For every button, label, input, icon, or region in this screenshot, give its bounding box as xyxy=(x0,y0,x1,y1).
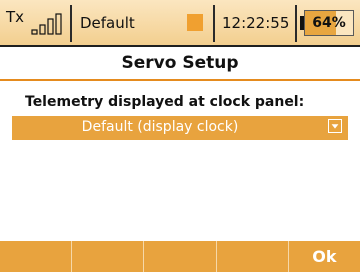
dropdown-selected-value: Default (display clock) xyxy=(81,119,239,135)
model-profile-panel: Default xyxy=(70,5,213,42)
tx-label: Tx xyxy=(6,8,25,26)
page-title: Servo Setup xyxy=(121,53,239,73)
telemetry-field-label: Telemetry displayed at clock panel: xyxy=(25,94,305,110)
chevron-down-icon xyxy=(328,119,342,133)
softkey-1[interactable] xyxy=(0,241,73,272)
signal-strength-icon xyxy=(31,13,62,35)
softkey-2[interactable] xyxy=(72,241,145,272)
softkey-3[interactable] xyxy=(144,241,217,272)
softkey-bar: Ok xyxy=(0,241,360,272)
battery-icon: 64% xyxy=(304,10,354,36)
ok-button[interactable]: Ok xyxy=(289,241,360,272)
profile-name: Default xyxy=(80,14,135,32)
tx-signal-panel: Tx xyxy=(0,5,70,42)
clock-time: 12:22:55 xyxy=(222,14,290,32)
battery-percent: 64% xyxy=(312,15,346,31)
status-bar: Tx Default 12:22:55 64% xyxy=(0,0,360,47)
status-indicator xyxy=(187,14,203,31)
telemetry-dropdown[interactable]: Default (display clock) xyxy=(12,116,348,140)
softkey-4[interactable] xyxy=(217,241,289,272)
clock-panel: 12:22:55 xyxy=(213,5,295,42)
battery-panel: 64% xyxy=(295,5,360,42)
page-header: Servo Setup xyxy=(0,47,360,81)
